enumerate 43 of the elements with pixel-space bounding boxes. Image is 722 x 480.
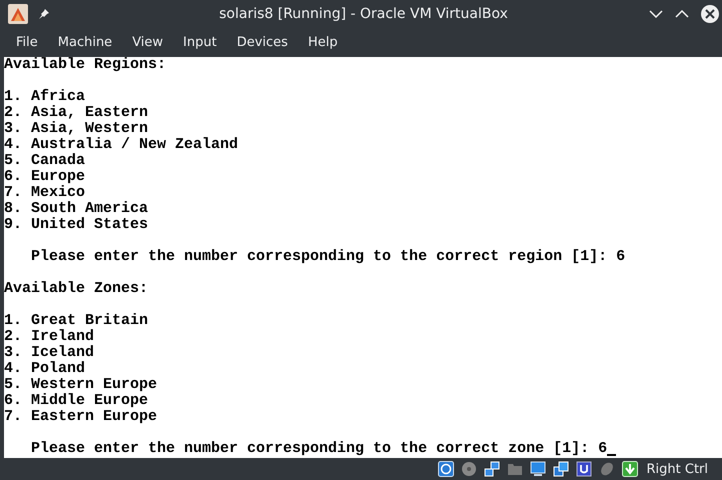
chip-icon	[576, 461, 592, 477]
console-prompt: Please enter the number corresponding to the correct zone [1]: 6	[31, 441, 608, 457]
console-line: 4. Australia / New Zealand	[4, 137, 240, 153]
console-line: 9. United States	[4, 217, 150, 233]
text-cursor	[607, 454, 616, 456]
pin-icon[interactable]	[38, 8, 50, 20]
console-line: 1. Africa	[4, 89, 86, 105]
window-title: solaris8 [Running] - Oracle VM VirtualBox	[219, 6, 508, 22]
console-line: 4. Poland	[4, 361, 86, 377]
console-prompt: Please enter the number corresponding to the correct region [1]: 6	[31, 249, 626, 265]
mouse-icon	[598, 461, 614, 477]
console-line: 5. Western Europe	[4, 377, 158, 393]
maximize-icon[interactable]	[675, 10, 689, 18]
windows-icon	[552, 461, 568, 477]
folder-icon	[506, 461, 522, 477]
console-line: 7. Mexico	[4, 185, 86, 201]
console-line: 1. Great Britain	[4, 313, 150, 329]
close-icon[interactable]	[701, 4, 719, 22]
console-line: 2. Ireland	[4, 329, 96, 345]
menu-item[interactable]: Help	[298, 34, 348, 50]
menu-item[interactable]: Input	[173, 34, 227, 50]
console-line: 8. South America	[4, 201, 150, 217]
minimize-icon[interactable]	[649, 10, 663, 18]
host-key-label: Right Ctrl	[646, 462, 708, 476]
console-line: 2. Asia, Eastern	[4, 105, 150, 121]
monitor-icon	[530, 461, 546, 477]
console-heading: Available Zones:	[4, 281, 150, 297]
download-icon	[622, 461, 638, 477]
menu-item[interactable]: View	[122, 34, 174, 50]
hard-disk-icon	[438, 461, 454, 477]
console-line: 7. Eastern Europe	[4, 409, 158, 425]
console-line: 6. Europe	[4, 169, 86, 185]
console-heading: Available Regions:	[4, 57, 168, 73]
console-line: 6. Middle Europe	[4, 393, 150, 409]
console-line: 3. Iceland	[4, 345, 96, 361]
menu-item[interactable]: Devices	[226, 34, 298, 50]
menu-item[interactable]: File	[6, 34, 48, 50]
console-line: 5. Canada	[4, 153, 86, 169]
console-line: 3. Asia, Western	[4, 121, 150, 137]
network-icon	[484, 461, 500, 477]
menu-item[interactable]: Machine	[48, 34, 122, 50]
app-icon	[8, 4, 28, 24]
optical-disc-icon	[460, 461, 476, 477]
